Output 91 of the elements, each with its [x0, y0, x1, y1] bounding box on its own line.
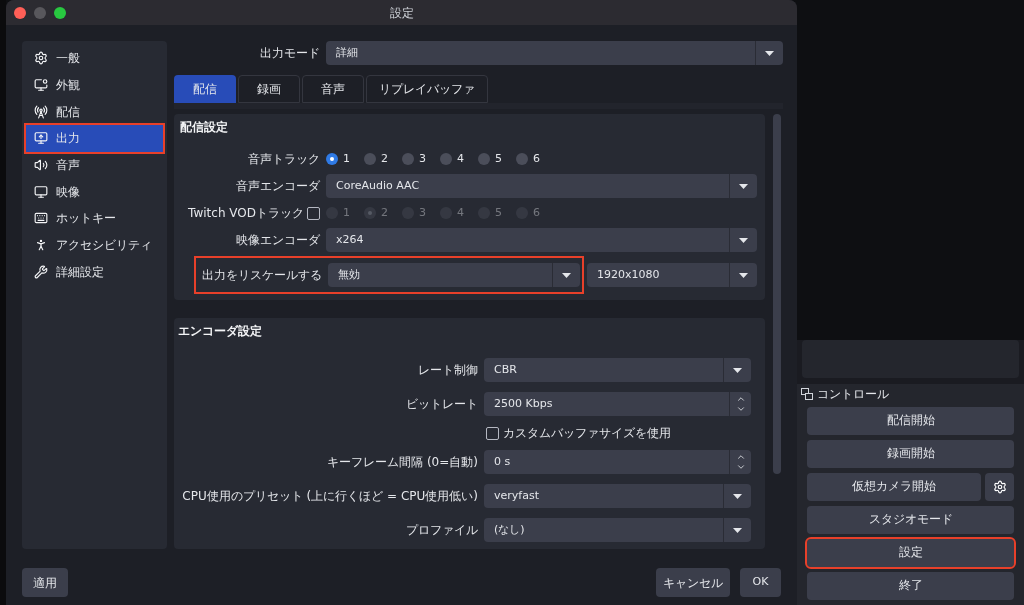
field-label: CPU使用のプリセット (上に行くほど = CPU使用低い) — [181, 488, 479, 505]
tab[interactable]: 配信 — [174, 75, 236, 103]
radio-label: 2 — [381, 150, 388, 167]
dock-button[interactable]: 配信開始 — [807, 407, 1014, 435]
windows-icon — [801, 388, 813, 400]
dock-title: コントロール — [817, 386, 889, 403]
radio-button[interactable] — [440, 153, 452, 165]
apply-button[interactable]: 適用 — [22, 568, 68, 597]
close-icon[interactable] — [14, 6, 26, 19]
radio-label: 6 — [533, 150, 540, 167]
dock-button[interactable]: 終了 — [807, 572, 1014, 600]
settings-icon — [992, 480, 1007, 494]
cancel-button[interactable]: キャンセル — [656, 568, 730, 597]
radio-label: 5 — [495, 204, 502, 221]
scrollbar[interactable] — [773, 114, 781, 474]
field-label: プロファイル — [405, 522, 479, 539]
spin-field[interactable]: 2500 Kbps — [484, 392, 751, 416]
dropdown[interactable]: 詳細 — [326, 41, 783, 65]
radio-button[interactable] — [364, 153, 376, 165]
monitor-icon — [34, 78, 48, 93]
ok-button[interactable]: OK — [740, 568, 781, 597]
sidebar-item[interactable]: 映像 — [26, 178, 163, 206]
dock-button[interactable]: 設定 — [807, 539, 1014, 567]
caret-icon — [739, 237, 748, 243]
screen-icon — [34, 131, 48, 146]
sidebar-item[interactable]: 詳細設定 — [26, 258, 163, 286]
radio-label: 6 — [533, 204, 540, 221]
field-label: キーフレーム間隔 (0=自動) — [326, 454, 479, 471]
keyboard-icon — [34, 211, 48, 226]
radio-button[interactable] — [402, 153, 414, 165]
dropdown[interactable]: (なし) — [484, 518, 751, 542]
caret-icon — [765, 50, 774, 56]
speaker-icon — [34, 158, 48, 173]
tools-icon — [34, 264, 48, 279]
radio-label: 5 — [495, 150, 502, 167]
checkbox[interactable] — [486, 426, 499, 440]
settings-button[interactable] — [985, 473, 1014, 501]
radio-label: 4 — [457, 204, 464, 221]
radio-label: 3 — [419, 204, 426, 221]
dropdown[interactable]: 無効 — [328, 263, 580, 287]
sidebar-item[interactable]: 外観 — [26, 71, 163, 99]
field-label: 出力をリスケールする — [201, 267, 323, 284]
sidebar-item[interactable]: 配信 — [26, 98, 163, 126]
tab[interactable]: 音声 — [302, 75, 364, 103]
spin-field[interactable]: 0 s — [484, 450, 751, 474]
dropdown[interactable]: veryfast — [484, 484, 751, 508]
caret-icon — [733, 367, 742, 373]
radio-label: 1 — [343, 204, 350, 221]
dropdown[interactable]: CoreAudio AAC — [326, 174, 757, 198]
radio-label: 3 — [419, 150, 426, 167]
tab[interactable]: リプレイバッファ — [366, 75, 488, 103]
sidebar-item[interactable]: アクセシビリティ — [26, 231, 163, 259]
field-label: 音声エンコーダ — [235, 178, 321, 195]
field-label: 音声トラック — [248, 151, 320, 168]
sidebar-item[interactable]: ホットキー — [26, 205, 163, 232]
dock-button[interactable]: 録画開始 — [807, 440, 1014, 468]
field-label: 出力モード — [259, 45, 321, 62]
field-label: ビットレート — [405, 396, 479, 413]
zoom-icon[interactable] — [54, 6, 66, 19]
dropdown[interactable]: x264 — [326, 228, 757, 252]
gear-icon — [34, 51, 48, 66]
field-label: レート制御 — [417, 362, 479, 379]
group-title: エンコーダ設定 — [178, 323, 263, 340]
radio-button[interactable] — [516, 153, 528, 165]
radio-button[interactable] — [326, 153, 338, 165]
tab[interactable]: 録画 — [238, 75, 300, 103]
dock-button[interactable]: 仮想カメラ開始 — [807, 473, 981, 501]
dock-button[interactable]: スタジオモード — [807, 506, 1014, 534]
caret-icon — [739, 183, 748, 189]
sidebar-item[interactable]: 出力 — [26, 125, 163, 152]
dropdown[interactable]: 1920x1080 — [587, 263, 757, 287]
dropdown[interactable]: CBR — [484, 358, 751, 382]
sidebar-item[interactable]: 一般 — [26, 45, 163, 72]
person-icon — [34, 238, 48, 253]
field-label: Twitch VODトラック — [188, 205, 304, 222]
minimize-icon[interactable] — [34, 6, 46, 19]
caret-icon — [739, 272, 748, 278]
caret-icon — [562, 272, 571, 278]
field-label: 映像エンコーダ — [235, 232, 321, 249]
antenna-icon — [34, 104, 48, 119]
radio-label: 2 — [381, 204, 388, 221]
group-title: 配信設定 — [180, 119, 229, 136]
sidebar-item[interactable]: 音声 — [26, 151, 163, 179]
radio-button[interactable] — [478, 153, 490, 165]
caret-icon — [733, 527, 742, 533]
window-title: 設定 — [389, 4, 414, 22]
radio-label: 1 — [343, 150, 350, 167]
caret-icon — [733, 493, 742, 499]
checkbox-label: カスタムバッファサイズを使用 — [503, 425, 671, 442]
radio-label: 4 — [457, 150, 464, 167]
monitor-icon — [34, 184, 48, 199]
